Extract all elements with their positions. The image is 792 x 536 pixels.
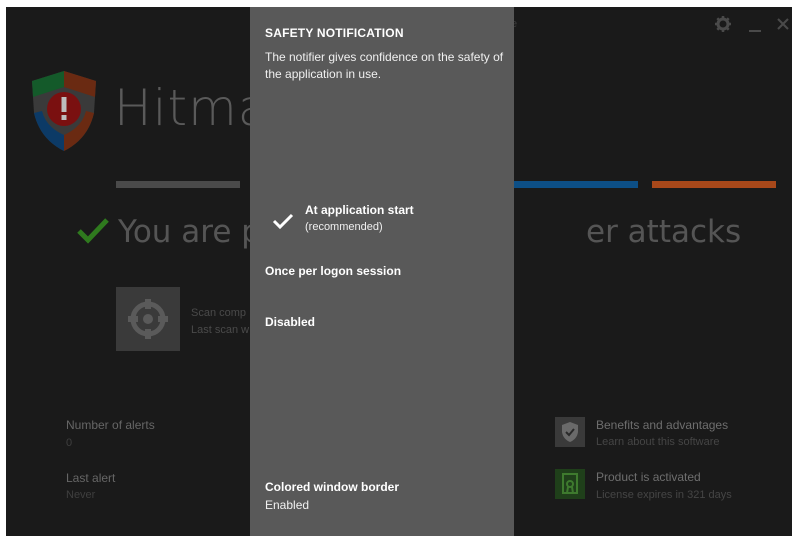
shield-check-icon[interactable] — [555, 417, 585, 447]
scan-subtitle: Last scan w — [191, 324, 250, 336]
status-text-right: er attacks — [586, 214, 742, 250]
benefits-subtitle[interactable]: Learn about this software — [596, 436, 720, 448]
status-bar-segment-3 — [652, 181, 776, 188]
product-subtitle[interactable]: License expires in 321 days — [596, 489, 732, 501]
option-at-application-start[interactable]: At application start (recommended) — [305, 203, 540, 233]
gear-icon[interactable] — [714, 15, 732, 33]
benefits-title[interactable]: Benefits and advantages — [596, 418, 728, 432]
option-disabled[interactable]: Disabled — [265, 315, 500, 329]
hitman-shield-icon — [32, 71, 96, 151]
scan-tile[interactable] — [116, 287, 180, 351]
option-sublabel: (recommended) — [305, 221, 383, 233]
option-label: Once per logon session — [265, 264, 402, 278]
colored-border-title[interactable]: Colored window border — [265, 480, 399, 494]
app-title: Hitma — [114, 79, 270, 137]
checkmark-icon — [77, 218, 109, 244]
option-label: Disabled — [265, 315, 316, 329]
scan-title: Scan comp — [191, 307, 247, 319]
option-once-per-logon[interactable]: Once per logon session — [265, 264, 500, 278]
last-alert-value: Never — [66, 489, 96, 501]
crosshair-icon — [128, 299, 168, 339]
product-title[interactable]: Product is activated — [596, 470, 701, 484]
option-label: At application start — [305, 203, 414, 217]
scan-info: Scan comp Last scan w — [191, 305, 249, 339]
close-icon[interactable] — [776, 17, 790, 31]
colored-border-value[interactable]: Enabled — [265, 498, 309, 512]
status-bar-segment-1 — [116, 181, 240, 188]
panel-heading: SAFETY NOTIFICATION — [265, 26, 404, 40]
alerts-label: Number of alerts — [66, 418, 155, 432]
minimize-icon[interactable] — [748, 17, 762, 33]
checkmark-icon — [272, 213, 294, 230]
panel-description: The notifier gives confidence on the saf… — [265, 50, 504, 81]
alerts-value: 0 — [66, 437, 73, 449]
last-alert-label: Last alert — [66, 471, 116, 485]
safety-notification-panel: SAFETY NOTIFICATION The notifier gives c… — [250, 7, 514, 536]
status-bar-segment-2 — [514, 181, 638, 188]
certificate-icon[interactable] — [555, 469, 585, 499]
